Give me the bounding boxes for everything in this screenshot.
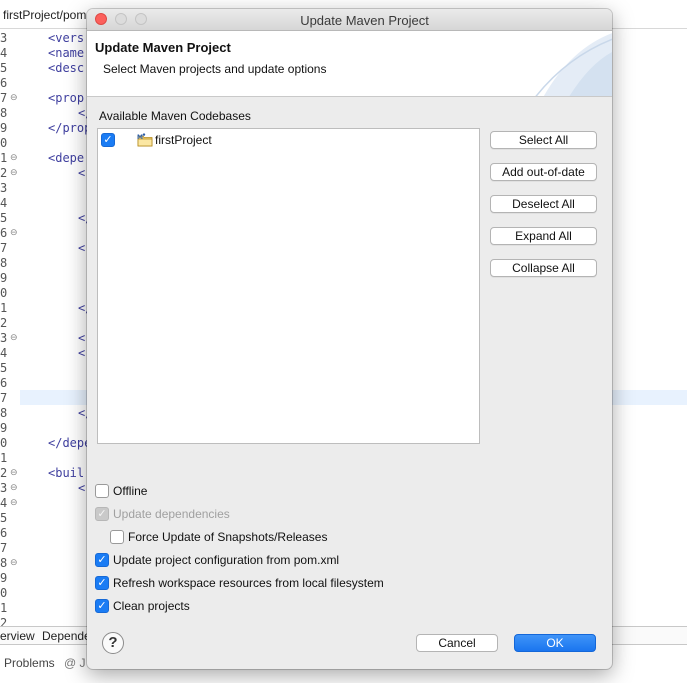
dialog-titlebar: Update Maven Project [87,9,612,31]
line-number: 1 [0,301,8,315]
line-number: 1 [0,601,8,615]
code-line: < [78,241,86,255]
update-dependencies-checkbox: ✓ [95,507,109,521]
fold-toggle-icon[interactable]: ⊖ [10,481,18,496]
window-title: Update Maven Project [300,13,429,28]
fold-toggle-icon[interactable]: ⊖ [10,91,18,106]
line-number: 5 [0,511,8,525]
line-number: 7 [0,391,8,405]
collapse-all-button[interactable]: Collapse All [490,259,597,277]
editor-tab-title[interactable]: firstProject/pom [0,8,86,28]
code-line: < [78,346,86,360]
codebases-tree[interactable]: ✓ M firstProject [97,128,480,444]
code-line: <vers [48,31,85,45]
code-line: < [78,331,86,345]
code-line: </prop [48,121,92,135]
line-number: 9 [0,571,8,585]
force-update-option[interactable]: Force Update of Snapshots/Releases [110,529,327,545]
refresh-workspace-option[interactable]: ✓ Refresh workspace resources from local… [95,575,384,591]
line-number: 6 [0,376,8,390]
line-number: 3 [0,31,8,45]
line-number: 7 [0,241,8,255]
update-dependencies-option: ✓ Update dependencies [95,506,230,522]
select-all-button[interactable]: Select All [490,131,597,149]
expand-all-button[interactable]: Expand All [490,227,597,245]
fold-toggle-icon[interactable]: ⊖ [10,496,18,511]
ok-button[interactable]: OK [514,634,596,652]
line-number: 5 [0,61,8,75]
offline-checkbox[interactable] [95,484,109,498]
clean-projects-label: Clean projects [113,599,190,613]
code-line: <desc [48,61,85,75]
line-number: 5 [0,211,8,225]
line-number: 8 [0,406,8,420]
wizard-banner-graphic [535,33,612,96]
refresh-workspace-label: Refresh workspace resources from local f… [113,576,384,590]
code-line: <name [48,46,85,60]
line-number: 4 [0,346,8,360]
code-line: <depe [48,151,85,165]
update-dependencies-label: Update dependencies [113,507,230,521]
code-line: <prop [48,91,85,105]
refresh-workspace-checkbox[interactable]: ✓ [95,576,109,590]
maven-project-folder-icon: M [137,133,153,147]
dialog-header: Update Maven Project Select Maven projec… [87,31,612,97]
line-number: 2 [0,316,8,330]
line-number: 8 [0,106,8,120]
line-number: 0 [0,586,8,600]
line-number: 6 [0,76,8,90]
header-description: Select Maven projects and update options [103,62,327,76]
fold-toggle-icon[interactable]: ⊖ [10,331,18,346]
offline-option[interactable]: Offline [95,483,147,499]
force-update-label: Force Update of Snapshots/Releases [128,530,328,544]
line-number: 9 [0,271,8,285]
code-line: <buil [48,466,85,480]
problems-tab[interactable]: Problems [4,656,55,670]
code-line: < [78,166,86,180]
line-number: 9 [0,121,8,135]
line-number: 4 [0,196,8,210]
javadoc-tab[interactable]: @ J [64,656,86,670]
add-out-of-date-button[interactable]: Add out-of-date [490,163,597,181]
code-line: < [78,481,86,495]
code-line: </depe [48,436,92,450]
fold-toggle-icon[interactable]: ⊖ [10,466,18,481]
tree-item-firstproject[interactable]: ✓ M firstProject [101,132,212,148]
help-button[interactable]: ? [102,632,124,654]
offline-label: Offline [113,484,148,498]
line-number: 6 [0,526,8,540]
line-number: 9 [0,421,8,435]
force-update-checkbox[interactable] [110,530,124,544]
line-number: 0 [0,286,8,300]
line-number: 3 [0,181,8,195]
overview-tab[interactable]: erview [0,629,35,643]
project-checkbox[interactable]: ✓ [101,133,115,147]
line-number: 4 [0,46,8,60]
line-number: 8 [0,256,8,270]
update-config-option[interactable]: ✓ Update project configuration from pom.… [95,552,339,568]
cancel-button[interactable]: Cancel [416,634,498,652]
dependencies-tab[interactable]: Depende [42,629,91,643]
update-maven-project-dialog: Update Maven Project Update Maven Projec… [87,9,612,669]
fold-toggle-icon[interactable]: ⊖ [10,166,18,181]
project-name-label: firstProject [155,133,212,147]
clean-projects-option[interactable]: ✓ Clean projects [95,598,190,614]
fold-toggle-icon[interactable]: ⊖ [10,151,18,166]
fold-toggle-icon[interactable]: ⊖ [10,226,18,241]
header-title: Update Maven Project [95,40,231,55]
fold-toggle-icon[interactable]: ⊖ [10,556,18,571]
available-codebases-label: Available Maven Codebases [99,109,251,123]
deselect-all-button[interactable]: Deselect All [490,195,597,213]
line-number: 7 [0,541,8,555]
update-config-checkbox[interactable]: ✓ [95,553,109,567]
line-number: 1 [0,451,8,465]
line-number: 5 [0,361,8,375]
svg-text:M: M [137,134,143,141]
line-number: 0 [0,136,8,150]
clean-projects-checkbox[interactable]: ✓ [95,599,109,613]
line-number: 0 [0,436,8,450]
update-config-label: Update project configuration from pom.xm… [113,553,340,567]
